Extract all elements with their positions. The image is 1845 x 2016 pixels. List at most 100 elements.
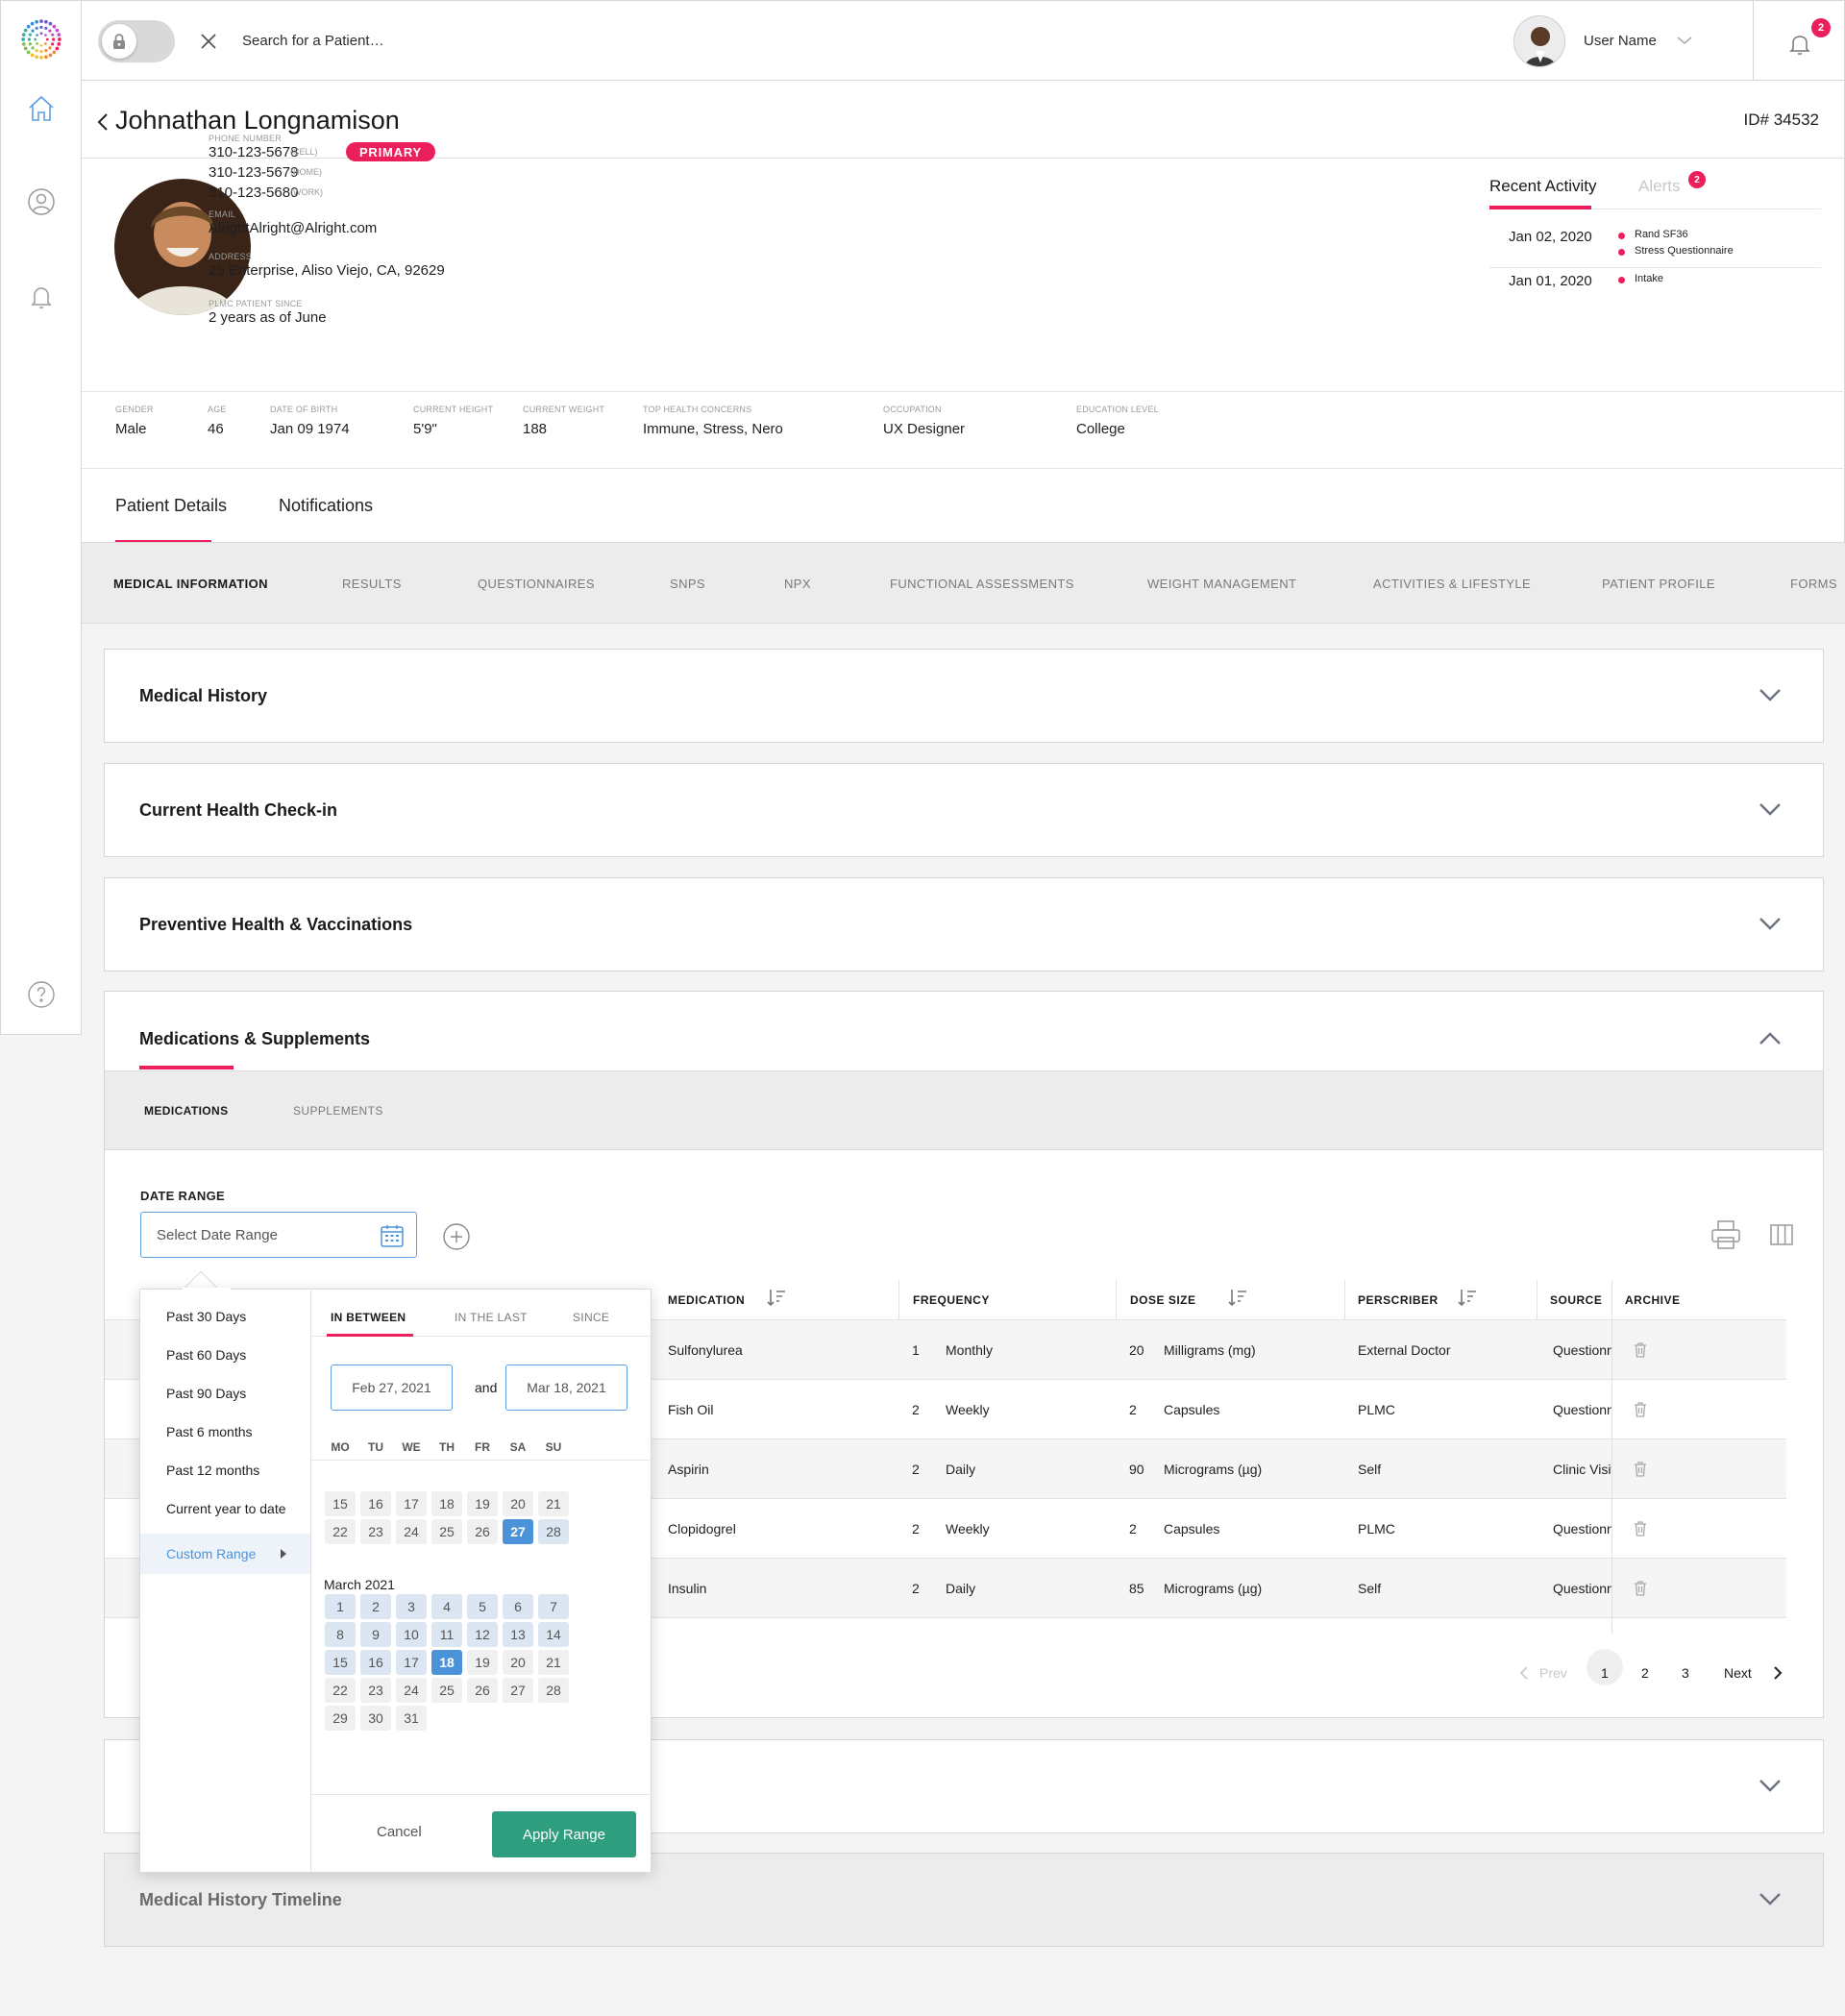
chevron-down-icon[interactable] bbox=[1758, 686, 1783, 703]
calendar-day[interactable]: 26 bbox=[467, 1519, 498, 1544]
tab-in-the-last[interactable]: IN THE LAST bbox=[455, 1311, 528, 1324]
calendar-day[interactable]: 23 bbox=[360, 1519, 391, 1544]
calendar-day[interactable]: 8 bbox=[325, 1622, 356, 1647]
calendar-day[interactable]: 5 bbox=[467, 1594, 498, 1619]
subnav-forms[interactable]: FORMS bbox=[1790, 577, 1837, 591]
notifications-button[interactable]: 2 bbox=[1753, 1, 1845, 81]
calendar-day[interactable]: 24 bbox=[396, 1519, 427, 1544]
print-icon[interactable] bbox=[1710, 1218, 1742, 1251]
col-prescriber[interactable]: PERSCRIBER bbox=[1358, 1293, 1439, 1307]
col-medication[interactable]: MEDICATION bbox=[668, 1293, 745, 1307]
calendar-day[interactable]: 10 bbox=[396, 1622, 427, 1647]
col-archive[interactable]: ARCHIVE bbox=[1625, 1293, 1681, 1307]
calendar-day[interactable]: 15 bbox=[325, 1650, 356, 1675]
calendar-day[interactable]: 11 bbox=[431, 1622, 462, 1647]
preventive-health-panel[interactable]: Preventive Health & Vaccinations bbox=[104, 877, 1824, 971]
avatar[interactable] bbox=[1513, 15, 1565, 67]
calendar-day[interactable]: 19 bbox=[467, 1650, 498, 1675]
calendar-day[interactable]: 29 bbox=[325, 1706, 356, 1731]
tab-patient-details[interactable]: Patient Details bbox=[115, 496, 227, 516]
trash-icon[interactable] bbox=[1633, 1341, 1648, 1359]
tab-medications[interactable]: MEDICATIONS bbox=[144, 1104, 229, 1118]
calendar-day[interactable]: 22 bbox=[325, 1519, 356, 1544]
preset-item[interactable]: Past 12 months bbox=[166, 1463, 259, 1478]
trash-icon[interactable] bbox=[1633, 1401, 1648, 1418]
chevron-down-icon[interactable] bbox=[1758, 1890, 1783, 1907]
calendar-day[interactable]: 19 bbox=[467, 1491, 498, 1516]
calendar-day[interactable]: 13 bbox=[503, 1622, 533, 1647]
chevron-down-icon[interactable] bbox=[1758, 800, 1783, 818]
profile-icon[interactable] bbox=[26, 186, 57, 217]
tab-notifications[interactable]: Notifications bbox=[279, 496, 373, 516]
calendar-day[interactable]: 17 bbox=[396, 1650, 427, 1675]
calendar-day[interactable]: 28 bbox=[538, 1678, 569, 1703]
activity-item[interactable]: Intake bbox=[1635, 273, 1663, 284]
calendar-day[interactable]: 16 bbox=[360, 1650, 391, 1675]
tab-alerts[interactable]: Alerts bbox=[1638, 177, 1680, 196]
calendar-day[interactable]: 25 bbox=[431, 1519, 462, 1544]
calendar-day[interactable]: 26 bbox=[467, 1678, 498, 1703]
chevron-left-icon[interactable] bbox=[1517, 1664, 1531, 1682]
bell-icon[interactable] bbox=[26, 282, 57, 312]
calendar-day[interactable]: 18 bbox=[431, 1650, 462, 1675]
chevron-up-icon[interactable] bbox=[1758, 1030, 1783, 1047]
calendar-day[interactable]: 2 bbox=[360, 1594, 391, 1619]
calendar-day[interactable]: 4 bbox=[431, 1594, 462, 1619]
calendar-day[interactable]: 25 bbox=[431, 1678, 462, 1703]
col-frequency[interactable]: FREQUENCY bbox=[913, 1293, 990, 1307]
medical-history-panel[interactable]: Medical History bbox=[104, 649, 1824, 743]
calendar-day[interactable]: 21 bbox=[538, 1491, 569, 1516]
subnav-functional-assessments[interactable]: FUNCTIONAL ASSESSMENTS bbox=[890, 577, 1074, 591]
subnav-patient-profile[interactable]: PATIENT PROFILE bbox=[1602, 577, 1715, 591]
subnav-results[interactable]: RESULTS bbox=[342, 577, 402, 591]
calendar-day[interactable]: 31 bbox=[396, 1706, 427, 1731]
tab-in-between[interactable]: IN BETWEEN bbox=[331, 1311, 406, 1324]
page-3[interactable]: 3 bbox=[1682, 1665, 1689, 1681]
brand-logo-icon[interactable] bbox=[20, 18, 62, 61]
sort-icon[interactable] bbox=[1227, 1287, 1248, 1308]
preset-item[interactable]: Past 90 Days bbox=[166, 1386, 246, 1401]
activity-item[interactable]: Stress Questionnaire bbox=[1635, 245, 1734, 257]
chevron-down-icon[interactable] bbox=[1675, 34, 1694, 47]
calendar-day[interactable]: 30 bbox=[360, 1706, 391, 1731]
calendar-day[interactable]: 24 bbox=[396, 1678, 427, 1703]
clear-search-icon[interactable] bbox=[197, 30, 220, 53]
calendar-day[interactable]: 3 bbox=[396, 1594, 427, 1619]
calendar-day[interactable]: 12 bbox=[467, 1622, 498, 1647]
end-date-field[interactable]: Mar 18, 2021 bbox=[505, 1364, 627, 1411]
calendar-day[interactable]: 23 bbox=[360, 1678, 391, 1703]
calendar-day[interactable]: 15 bbox=[325, 1491, 356, 1516]
calendar-day[interactable]: 27 bbox=[503, 1519, 533, 1544]
search-input[interactable]: Search for a Patient… bbox=[242, 33, 384, 49]
tab-supplements[interactable]: SUPPLEMENTS bbox=[293, 1104, 383, 1118]
calendar-day[interactable]: 28 bbox=[538, 1519, 569, 1544]
subnav-weight-management[interactable]: WEIGHT MANAGEMENT bbox=[1147, 577, 1296, 591]
start-date-field[interactable]: Feb 27, 2021 bbox=[331, 1364, 453, 1411]
subnav-questionnaires[interactable]: QUESTIONNAIRES bbox=[478, 577, 595, 591]
calendar-day[interactable]: 9 bbox=[360, 1622, 391, 1647]
sort-icon[interactable] bbox=[766, 1287, 787, 1308]
calendar-day[interactable]: 16 bbox=[360, 1491, 391, 1516]
sort-icon[interactable] bbox=[1457, 1287, 1478, 1308]
page-2[interactable]: 2 bbox=[1641, 1665, 1649, 1681]
calendar-day[interactable]: 17 bbox=[396, 1491, 427, 1516]
help-icon[interactable] bbox=[26, 979, 57, 1010]
chevron-down-icon[interactable] bbox=[1758, 1777, 1783, 1794]
subnav-snps[interactable]: SNPS bbox=[670, 577, 705, 591]
next-page[interactable]: Next bbox=[1724, 1665, 1752, 1681]
chevron-down-icon[interactable] bbox=[1758, 915, 1783, 932]
trash-icon[interactable] bbox=[1633, 1580, 1648, 1597]
apply-range-button[interactable]: Apply Range bbox=[492, 1811, 636, 1857]
trash-icon[interactable] bbox=[1633, 1520, 1648, 1537]
tab-since[interactable]: SINCE bbox=[573, 1311, 609, 1324]
col-dose-size[interactable]: DOSE SIZE bbox=[1130, 1293, 1196, 1307]
user-name[interactable]: User Name bbox=[1584, 33, 1657, 49]
preset-item[interactable]: Past 30 Days bbox=[166, 1309, 246, 1324]
calendar-day[interactable]: 6 bbox=[503, 1594, 533, 1619]
subnav-medical-information[interactable]: MEDICAL INFORMATION bbox=[113, 577, 268, 591]
subnav-npx[interactable]: NPX bbox=[784, 577, 811, 591]
add-range-icon[interactable] bbox=[442, 1222, 471, 1251]
trash-icon[interactable] bbox=[1633, 1461, 1648, 1478]
tab-recent-activity[interactable]: Recent Activity bbox=[1489, 177, 1597, 196]
calendar-day[interactable]: 7 bbox=[538, 1594, 569, 1619]
